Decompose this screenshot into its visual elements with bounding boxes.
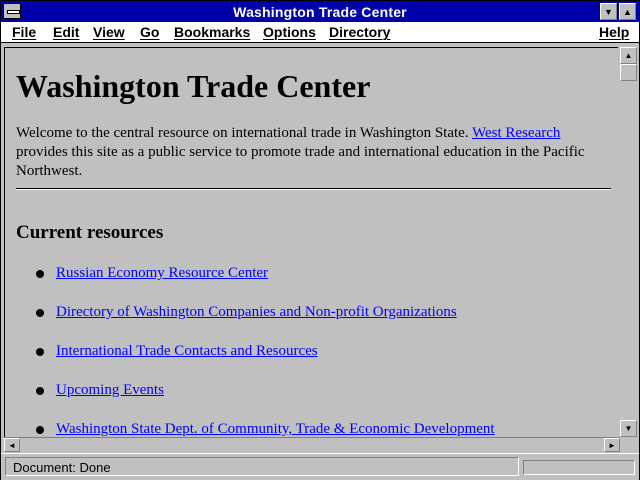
arrow-up-icon[interactable]: ▲: [620, 47, 637, 64]
intro-text-after: provides this site as a public service t…: [16, 144, 585, 179]
vertical-scrollbar[interactable]: ▲ ▼: [620, 47, 637, 437]
frame-gap: [1, 43, 639, 46]
bullet-icon: [36, 270, 44, 278]
bullet-icon: [36, 426, 44, 434]
resource-link-directory[interactable]: Directory of Washington Companies and No…: [56, 304, 457, 321]
resource-link-russian-economy[interactable]: Russian Economy Resource Center: [56, 265, 268, 282]
arrow-left-icon[interactable]: ◄: [4, 438, 20, 452]
page-heading: Washington Trade Center: [16, 68, 371, 104]
menu-go[interactable]: Go: [140, 24, 159, 40]
arrow-down-icon[interactable]: ▼: [620, 420, 637, 437]
menu-bookmarks[interactable]: Bookmarks: [174, 24, 250, 40]
arrow-right-icon[interactable]: ►: [604, 438, 620, 452]
menu-options[interactable]: Options: [263, 24, 316, 40]
vertical-scroll-thumb[interactable]: [620, 64, 637, 81]
west-research-link[interactable]: West Research: [472, 125, 560, 141]
status-text: Document: Done: [13, 460, 111, 475]
intro-paragraph: Welcome to the central resource on inter…: [16, 124, 606, 181]
resources-heading: Current resources: [16, 222, 164, 243]
bullet-icon: [36, 348, 44, 356]
intro-text-before: Welcome to the central resource on inter…: [16, 125, 473, 141]
window-title: Washington Trade Center: [233, 4, 407, 20]
document-view[interactable]: Washington Trade Center Welcome to the c…: [4, 47, 618, 437]
menu-help[interactable]: Help: [599, 24, 629, 40]
vertical-scroll-track[interactable]: [620, 64, 637, 420]
progress-panel: [523, 460, 635, 475]
status-bar: Document: Done: [1, 453, 639, 480]
horizontal-rule: [16, 188, 611, 190]
resource-link-trade-contacts[interactable]: International Trade Contacts and Resourc…: [56, 343, 318, 360]
minimize-arrow-icon[interactable]: ▼: [600, 3, 617, 20]
maximize-arrow-icon[interactable]: ▲: [619, 3, 636, 20]
menu-file[interactable]: File: [12, 24, 36, 40]
menu-view[interactable]: View: [93, 24, 125, 40]
bullet-icon: [36, 309, 44, 317]
menu-edit[interactable]: Edit: [53, 24, 79, 40]
horizontal-scrollbar[interactable]: ◄ ►: [4, 437, 620, 452]
browser-window: Washington Trade Center ▼ ▲ File Edit Vi…: [0, 0, 640, 480]
bullet-icon: [36, 387, 44, 395]
resource-link-state-dept[interactable]: Washington State Dept. of Community, Tra…: [56, 421, 495, 437]
title-bar[interactable]: Washington Trade Center ▼ ▲: [1, 1, 639, 22]
menu-directory[interactable]: Directory: [329, 24, 390, 40]
resource-link-upcoming-events[interactable]: Upcoming Events: [56, 382, 164, 399]
menu-bar: File Edit View Go Bookmarks Options Dire…: [1, 22, 639, 43]
scroll-corner: [620, 437, 637, 452]
